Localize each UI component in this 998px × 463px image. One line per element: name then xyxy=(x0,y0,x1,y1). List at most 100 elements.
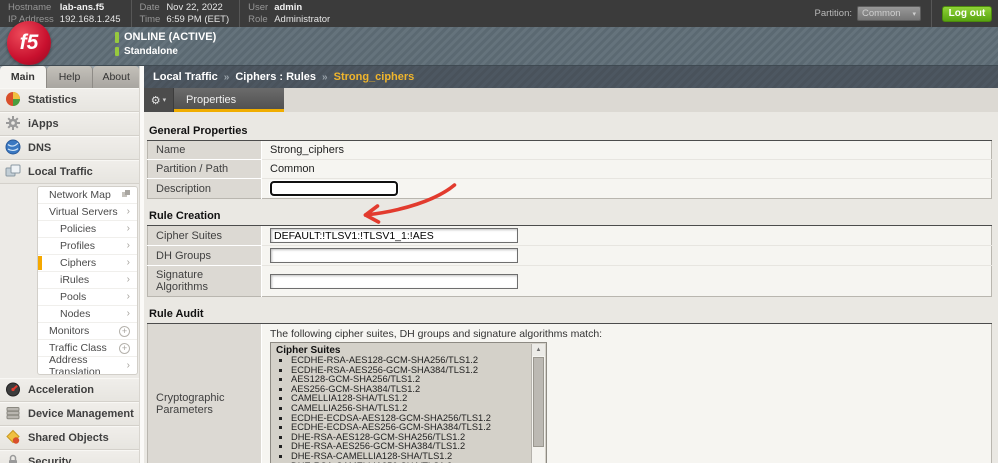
server-stack-icon xyxy=(5,405,21,424)
breadcrumb-separator: » xyxy=(223,71,230,83)
dh-groups-input[interactable] xyxy=(270,248,518,263)
audit-intro-text: The following cipher suites, DH groups a… xyxy=(270,328,603,340)
section-title-general-properties: General Properties xyxy=(147,125,992,141)
options-gear-button[interactable]: ⚙ ▾ xyxy=(144,88,174,112)
submenu-label: Network Map xyxy=(49,189,111,201)
status-standalone: Standalone xyxy=(124,46,178,57)
table-row: Name Strong_ciphers xyxy=(147,141,992,160)
device-status: ONLINE (ACTIVE) Standalone xyxy=(115,31,216,57)
general-properties-table: Name Strong_ciphers Partition / Path Com… xyxy=(147,141,992,199)
datetime-info-group: Date Time Nov 22, 2022 6:59 PM (EET) xyxy=(132,0,241,27)
dh-groups-label: DH Groups xyxy=(147,245,262,266)
logout-button[interactable]: Log out xyxy=(942,5,992,22)
sidebar-item-label: iApps xyxy=(28,118,59,130)
partition-select[interactable]: Common ▾ xyxy=(857,6,921,21)
submenu-item-virtual-servers[interactable]: Virtual Servers › xyxy=(38,204,137,221)
signature-algorithms-label: Signature Algorithms xyxy=(147,265,262,297)
sidebar-item-device-management[interactable]: Device Management xyxy=(0,402,139,426)
submenu-item-policies[interactable]: Policies › xyxy=(38,221,137,238)
sidebar-tabs: Main Help About xyxy=(0,66,140,88)
sidebar-item-label: Local Traffic xyxy=(28,166,93,178)
tab-help[interactable]: Help xyxy=(46,66,94,88)
table-row: DH Groups xyxy=(147,245,992,266)
chevron-down-icon: ▾ xyxy=(912,10,916,18)
hostname-label: Hostname xyxy=(8,2,52,13)
divider xyxy=(931,0,932,27)
table-row: Partition / Path Common xyxy=(147,159,992,179)
shared-objects-icon xyxy=(5,429,21,448)
local-traffic-submenu: Network Map Virtual Servers › Policies ›… xyxy=(37,186,138,375)
sidebar-item-acceleration[interactable]: Acceleration xyxy=(0,378,139,402)
submenu-item-pools[interactable]: Pools › xyxy=(38,289,137,306)
pie-chart-icon xyxy=(5,91,21,110)
sidebar-item-label: Device Management xyxy=(28,408,134,420)
sidebar-item-label: Acceleration xyxy=(28,384,95,396)
partition-path-value: Common xyxy=(261,159,992,179)
submenu-item-network-map[interactable]: Network Map xyxy=(38,187,137,204)
sidebar: Main Help About Statistics iApps DNS Loc… xyxy=(0,66,140,463)
chevron-right-icon: › xyxy=(126,206,130,217)
submenu-label: Monitors xyxy=(49,325,90,337)
submenu-label: Profiles xyxy=(60,240,96,252)
table-row: Signature Algorithms xyxy=(147,265,992,297)
user-info-group: User Role admin Administrator xyxy=(240,0,340,27)
sidebar-item-iapps[interactable]: iApps xyxy=(0,112,139,136)
chevron-right-icon: › xyxy=(126,308,130,319)
submenu-label: Nodes xyxy=(60,308,91,320)
chevron-right-icon: › xyxy=(126,359,130,371)
scrollbar[interactable]: ▲ ▼ xyxy=(531,344,545,463)
sidebar-item-label: Security xyxy=(28,456,72,463)
submenu-label: iRules xyxy=(60,274,90,286)
chevron-down-icon: ▾ xyxy=(162,97,167,104)
submenu-label: Policies xyxy=(60,223,97,235)
submenu-item-ciphers[interactable]: Ciphers › xyxy=(38,255,137,272)
breadcrumb: Local Traffic » Ciphers : Rules » Strong… xyxy=(144,66,998,88)
submenu-item-irules[interactable]: iRules › xyxy=(38,272,137,289)
main-panel: Local Traffic » Ciphers : Rules » Strong… xyxy=(144,66,998,463)
sidebar-item-statistics[interactable]: Statistics xyxy=(0,88,139,112)
cipher-suites-label: Cipher Suites xyxy=(147,226,262,246)
chevron-right-icon: › xyxy=(126,257,130,268)
sidebar-item-local-traffic[interactable]: Local Traffic xyxy=(0,160,139,184)
date-label: Date xyxy=(139,2,160,13)
brand-bar: f5 ONLINE (ACTIVE) Standalone xyxy=(0,21,998,66)
partition-label: Partition: xyxy=(814,8,853,19)
tab-properties[interactable]: Properties xyxy=(174,88,284,112)
submenu-item-profiles[interactable]: Profiles › xyxy=(38,238,137,255)
tab-main[interactable]: Main xyxy=(0,66,47,88)
gauge-icon xyxy=(5,381,21,400)
ip-value: 192.168.1.245 xyxy=(59,13,121,25)
breadcrumb-separator: » xyxy=(322,71,328,83)
cipher-suites-list: ECDHE-RSA-AES128-GCM-SHA256/TLS1.2ECDHE-… xyxy=(276,355,528,463)
hostname-value: lab-ans.f5 xyxy=(59,2,105,13)
tab-about[interactable]: About xyxy=(93,66,140,88)
submenu-item-nodes[interactable]: Nodes › xyxy=(38,306,137,323)
cipher-results-scrollbox[interactable]: Cipher Suites ECDHE-RSA-AES128-GCM-SHA25… xyxy=(270,342,547,463)
submenu-label: Virtual Servers xyxy=(49,206,118,218)
sidebar-item-label: DNS xyxy=(28,142,52,154)
globe-icon xyxy=(5,139,21,158)
scroll-up-icon[interactable]: ▲ xyxy=(532,344,545,356)
scrollbar-thumb[interactable] xyxy=(533,357,544,447)
submenu-label: Pools xyxy=(60,291,87,303)
sidebar-item-dns[interactable]: DNS xyxy=(0,136,139,160)
network-map-icon xyxy=(122,189,130,201)
user-value: admin xyxy=(274,2,303,13)
chevron-right-icon: › xyxy=(126,223,130,234)
breadcrumb-local-traffic[interactable]: Local Traffic xyxy=(153,71,218,83)
submenu-item-monitors[interactable]: Monitors + xyxy=(38,323,137,340)
signature-algorithms-input[interactable] xyxy=(270,273,518,289)
name-value: Strong_ciphers xyxy=(261,141,992,160)
sidebar-item-security[interactable]: Security xyxy=(0,450,139,463)
cipher-suites-input[interactable] xyxy=(270,228,518,243)
page-tabstrip: ⚙ ▾ Properties xyxy=(144,88,998,112)
description-input[interactable] xyxy=(269,180,399,197)
sidebar-item-shared-objects[interactable]: Shared Objects xyxy=(0,426,139,450)
submenu-item-address-translation[interactable]: Address Translation › xyxy=(38,354,137,375)
plus-circle-icon[interactable]: + xyxy=(119,342,130,354)
sidebar-item-label: Shared Objects xyxy=(28,432,109,444)
lock-icon xyxy=(5,453,21,463)
breadcrumb-ciphers-rules[interactable]: Ciphers : Rules xyxy=(235,71,316,83)
top-info-bar: Hostname IP Address lab-ans.f5 192.168.1… xyxy=(0,0,998,27)
plus-circle-icon[interactable]: + xyxy=(119,325,130,337)
